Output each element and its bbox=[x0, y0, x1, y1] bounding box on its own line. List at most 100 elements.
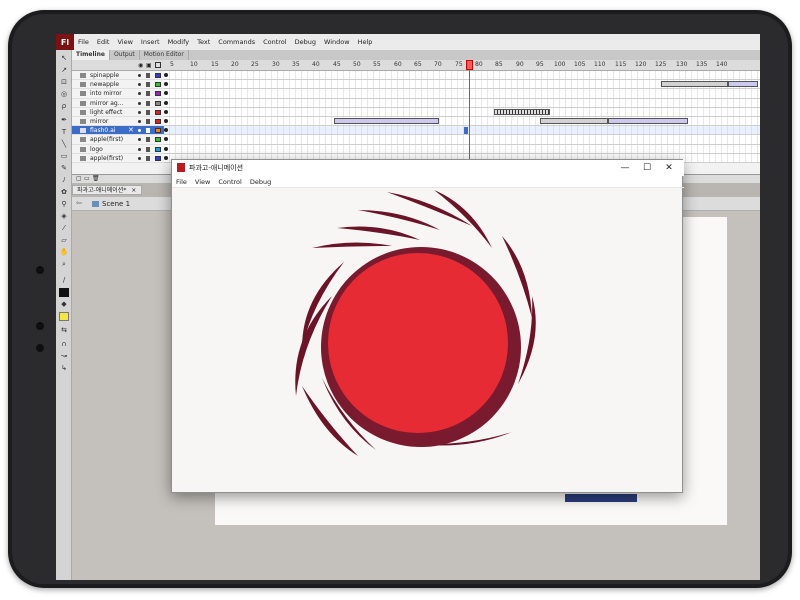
new-folder-icon[interactable]: ▭ bbox=[84, 175, 90, 182]
paint-bucket-icon[interactable]: ◈ bbox=[59, 212, 69, 221]
selected-frame[interactable] bbox=[464, 127, 468, 135]
visible-dot[interactable] bbox=[138, 138, 141, 142]
menu-file[interactable]: File bbox=[74, 38, 93, 46]
subselection-tool-icon[interactable]: ↗ bbox=[59, 66, 69, 75]
tab-output[interactable]: Output bbox=[110, 50, 140, 60]
player-menu-debug[interactable]: Debug bbox=[246, 178, 275, 186]
keyframe-sequence[interactable] bbox=[494, 108, 550, 115]
line-tool-icon[interactable]: ╲ bbox=[59, 140, 69, 149]
layer-row[interactable]: light effect bbox=[72, 107, 164, 117]
straighten-icon[interactable]: ↳ bbox=[59, 364, 69, 373]
3d-rotation-icon[interactable]: ◎ bbox=[59, 90, 69, 99]
lock-icon[interactable] bbox=[146, 82, 150, 88]
selection-tool-icon[interactable]: ↖ bbox=[59, 54, 69, 63]
lock-all-icon[interactable]: ▣ bbox=[146, 62, 152, 69]
playhead-handle[interactable] bbox=[466, 60, 473, 70]
new-layer-icon[interactable]: ▢ bbox=[76, 175, 82, 182]
brush-tool-icon[interactable]: ﾉ bbox=[59, 176, 69, 185]
frames-area[interactable]: 5 10 15 20 25 30 35 40 45 50 55 60 65 70… bbox=[164, 60, 760, 175]
frame-row[interactable] bbox=[164, 80, 760, 90]
layer-row[interactable]: newapple bbox=[72, 80, 164, 90]
keyframe[interactable] bbox=[164, 91, 168, 96]
keyframe[interactable] bbox=[164, 128, 168, 133]
tween-span[interactable] bbox=[334, 118, 439, 124]
frame-row[interactable] bbox=[164, 98, 760, 108]
visibility-eye-icon[interactable]: ◉ bbox=[138, 62, 143, 69]
frame-row[interactable] bbox=[164, 117, 760, 127]
player-menu-control[interactable]: Control bbox=[214, 178, 246, 186]
layer-row[interactable]: apple(first) bbox=[72, 153, 164, 163]
frame-row[interactable] bbox=[164, 144, 760, 154]
tween-span[interactable] bbox=[608, 118, 688, 124]
layer-row[interactable]: logo bbox=[72, 144, 164, 154]
menu-edit[interactable]: Edit bbox=[93, 38, 114, 46]
eyedropper-icon[interactable]: ⁄ bbox=[59, 224, 69, 233]
menu-control[interactable]: Control bbox=[259, 38, 291, 46]
layer-color-swatch[interactable] bbox=[155, 73, 161, 78]
deco-tool-icon[interactable]: ✿ bbox=[59, 188, 69, 197]
keyframe[interactable] bbox=[164, 82, 168, 87]
frame-span[interactable] bbox=[661, 81, 728, 88]
lock-icon[interactable] bbox=[146, 146, 150, 152]
visible-dot[interactable] bbox=[138, 129, 141, 133]
layer-row-selected[interactable]: flash0.ai ✕ bbox=[72, 126, 164, 136]
free-transform-icon[interactable]: ⊡ bbox=[59, 78, 69, 87]
tab-timeline[interactable]: Timeline bbox=[72, 50, 110, 60]
visible-dot[interactable] bbox=[138, 74, 141, 77]
menu-text[interactable]: Text bbox=[193, 38, 214, 46]
layer-color-swatch[interactable] bbox=[155, 118, 161, 124]
frame-row[interactable] bbox=[164, 135, 760, 145]
hand-tool-icon[interactable]: ✋ bbox=[59, 248, 69, 257]
fill-color-icon[interactable]: ◆ bbox=[59, 300, 69, 309]
menu-debug[interactable]: Debug bbox=[291, 38, 320, 46]
layer-row[interactable]: apple(first) bbox=[72, 135, 164, 145]
keyframe[interactable] bbox=[164, 109, 168, 114]
layer-row[interactable]: mirror bbox=[72, 116, 164, 127]
lock-icon[interactable] bbox=[146, 100, 150, 106]
smooth-icon[interactable]: ↝ bbox=[59, 352, 69, 361]
maximize-button[interactable]: ☐ bbox=[636, 161, 658, 175]
lasso-tool-icon[interactable]: ρ bbox=[59, 102, 69, 111]
lock-icon[interactable] bbox=[146, 155, 150, 161]
lock-icon[interactable] bbox=[146, 91, 150, 97]
visible-dot[interactable] bbox=[138, 119, 141, 123]
player-menu-file[interactable]: File bbox=[172, 178, 191, 186]
pen-tool-icon[interactable]: ✒ bbox=[59, 116, 69, 125]
visible-dot[interactable] bbox=[138, 92, 141, 96]
keyframe[interactable] bbox=[164, 137, 168, 142]
menu-window[interactable]: Window bbox=[320, 38, 354, 46]
outline-all-icon[interactable] bbox=[155, 62, 161, 68]
frame-span[interactable] bbox=[540, 118, 608, 124]
visible-dot[interactable] bbox=[138, 156, 141, 160]
keyframe[interactable] bbox=[164, 146, 168, 151]
keyframe[interactable] bbox=[164, 155, 168, 160]
layer-row[interactable]: mirror ag... bbox=[72, 98, 164, 108]
tween-span[interactable] bbox=[728, 81, 758, 88]
layer-color-swatch[interactable] bbox=[155, 91, 161, 97]
zoom-tool-icon[interactable]: ⌕ bbox=[59, 260, 69, 269]
layer-row[interactable]: into mirror bbox=[72, 89, 164, 99]
layer-color-swatch[interactable] bbox=[155, 155, 161, 161]
layer-color-swatch[interactable] bbox=[155, 128, 161, 134]
lock-icon[interactable] bbox=[146, 137, 150, 143]
keyframe[interactable] bbox=[164, 119, 168, 123]
fill-color-swatch[interactable] bbox=[59, 312, 69, 321]
frame-row[interactable] bbox=[164, 71, 760, 81]
menu-commands[interactable]: Commands bbox=[214, 38, 259, 46]
pencil-tool-icon[interactable]: ✎ bbox=[59, 164, 69, 173]
minimize-button[interactable]: — bbox=[614, 161, 636, 175]
rectangle-tool-icon[interactable]: ▭ bbox=[59, 152, 69, 161]
lock-icon[interactable] bbox=[146, 109, 150, 115]
player-canvas[interactable] bbox=[172, 188, 682, 492]
menu-modify[interactable]: Modify bbox=[164, 38, 194, 46]
visible-dot[interactable] bbox=[138, 147, 141, 151]
menu-insert[interactable]: Insert bbox=[137, 38, 164, 46]
layer-color-swatch[interactable] bbox=[155, 146, 161, 152]
layer-color-swatch[interactable] bbox=[155, 82, 161, 88]
delete-layer-icon[interactable]: 🗑 bbox=[92, 175, 100, 182]
layer-color-swatch[interactable] bbox=[155, 109, 161, 115]
scene-label[interactable]: Scene 1 bbox=[102, 200, 130, 208]
layer-row[interactable]: spinapple bbox=[72, 71, 164, 81]
visible-dot[interactable] bbox=[138, 101, 141, 105]
visible-dot[interactable] bbox=[138, 83, 141, 87]
